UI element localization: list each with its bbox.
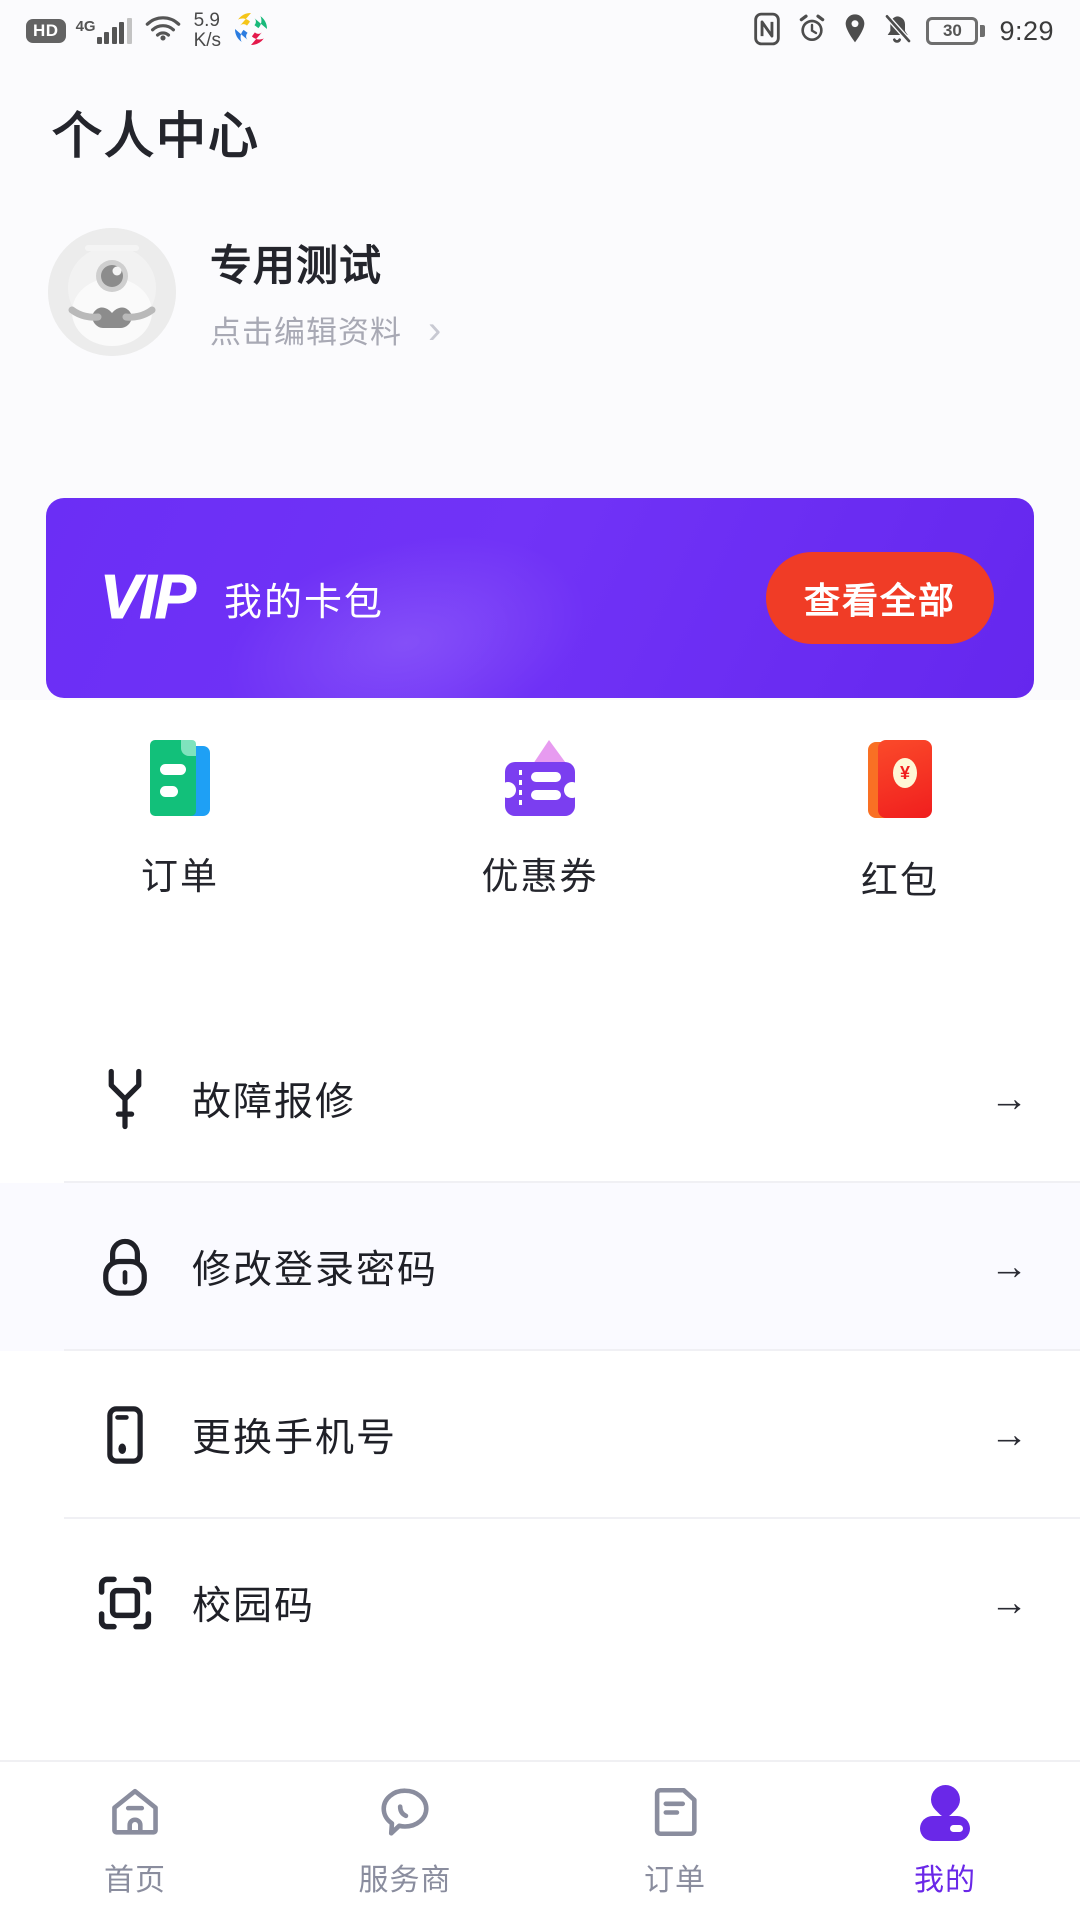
home-icon [106,1783,164,1841]
quick-action-red-packet[interactable]: ¥ 红包 [720,740,1080,1000]
order-icon [144,740,216,816]
signal-icon: 4G [76,18,132,44]
page-title: 个人中心 [52,108,260,164]
user-name: 专用测试 [210,242,383,289]
battery-icon: 30 [926,17,986,45]
chevron-right-icon: › [428,307,442,352]
edit-profile-label[interactable]: 点击编辑资料 [210,307,402,352]
location-icon [842,13,868,50]
quick-actions: 订单 优惠券 ¥ 红包 [0,740,1080,1000]
scan-code-icon [92,1570,158,1636]
app-screen: HD 4G 5.9 K/s 30 9:29 个人中心 专用测试 点击编辑资料 ›… [0,0,1080,1920]
quick-action-coupon[interactable]: 优惠券 [360,740,720,1000]
profile-text: 专用测试 点击编辑资料 › [210,232,441,352]
menu-item-label: 校园码 [192,1585,316,1628]
red-packet-icon: ¥ [868,740,932,820]
nfc-icon [752,12,782,51]
tab-orders[interactable]: 订单 [540,1762,810,1920]
net-speed-label: 5.9 K/s [193,10,222,51]
status-bar-left: HD 4G 5.9 K/s [26,9,271,54]
status-bar-right: 30 9:29 [752,12,1054,51]
arrow-right-icon: → [990,1414,1028,1456]
app-logo-icon [231,9,271,54]
tab-label: 订单 [644,1864,706,1897]
coupon-icon [499,740,581,816]
vip-banner-label: 我的卡包 [223,581,384,624]
arrow-right-icon: → [990,1246,1028,1288]
arrow-right-icon: → [990,1078,1028,1120]
menu-item-label: 更换手机号 [192,1417,398,1460]
menu-item-label: 修改登录密码 [192,1249,439,1292]
status-bar: HD 4G 5.9 K/s 30 9:29 [0,0,1080,62]
menu-item-campus-code[interactable]: 校园码 → [0,1519,1080,1687]
arrow-right-icon: → [990,1582,1028,1624]
settings-menu: 故障报修 → 修改登录密码 → 更换手机号 → 校园码 → [0,1015,1080,1687]
lock-icon [92,1234,158,1300]
chat-icon [376,1783,434,1841]
quick-action-label: 订单 [141,856,219,897]
quick-action-label: 红包 [861,860,939,901]
wrench-icon [92,1066,158,1132]
menu-item-label: 故障报修 [192,1081,357,1124]
alarm-icon [796,13,828,50]
bottom-tab-bar: 首页 服务商 订单 我的 [0,1760,1080,1920]
menu-item-change-password[interactable]: 修改登录密码 → [0,1183,1080,1351]
profile-section[interactable]: 专用测试 点击编辑资料 › [48,228,1032,356]
tab-home[interactable]: 首页 [0,1762,270,1920]
avatar[interactable] [48,228,176,356]
vip-card-banner[interactable]: VIP 我的卡包 查看全部 [46,498,1034,698]
quick-action-label: 优惠券 [481,856,599,897]
clock-label: 9:29 [999,15,1054,46]
tab-profile[interactable]: 我的 [810,1762,1080,1920]
hd-icon: HD [26,19,66,43]
view-all-button[interactable]: 查看全部 [765,552,994,644]
menu-item-repair[interactable]: 故障报修 → [0,1015,1080,1183]
tab-label: 首页 [104,1864,166,1897]
menu-item-change-phone[interactable]: 更换手机号 → [0,1351,1080,1519]
vip-logo: VIP [100,563,197,632]
tab-service-provider[interactable]: 服务商 [270,1762,540,1920]
signal-bars [96,18,132,44]
tab-label: 服务商 [358,1864,452,1897]
mute-icon [882,13,912,50]
wifi-icon [142,13,184,50]
edit-profile-row[interactable]: 点击编辑资料 › [210,307,441,352]
phone-icon [92,1402,158,1468]
tab-label: 我的 [914,1864,976,1897]
order-doc-icon [646,1783,704,1841]
quick-action-order[interactable]: 订单 [0,740,360,1000]
person-icon [916,1778,974,1841]
